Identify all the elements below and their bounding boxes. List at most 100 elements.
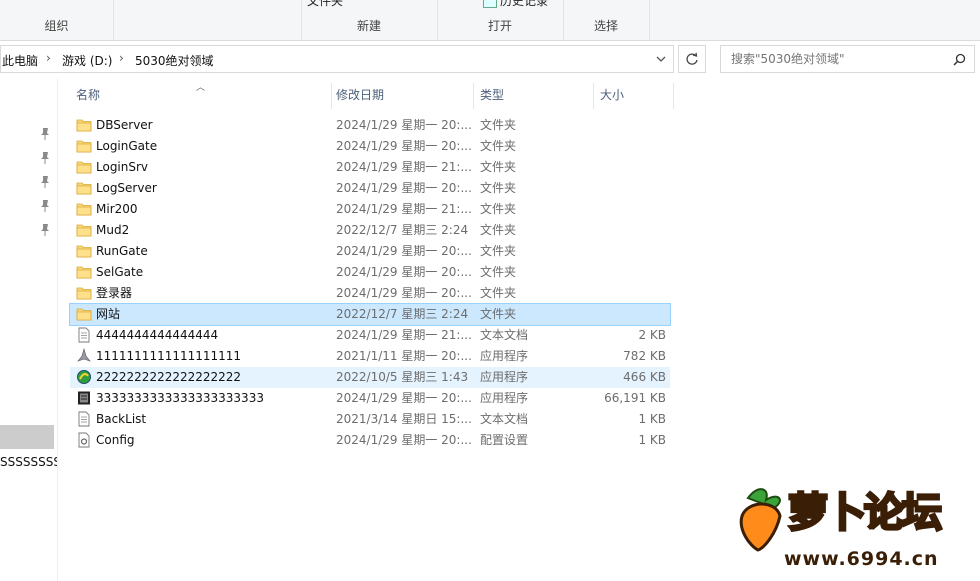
- nav-item-selected[interactable]: [0, 425, 54, 449]
- ribbon-group-label: 新建: [356, 19, 381, 33]
- sort-ascending-icon: ︿: [196, 83, 206, 93]
- search-box[interactable]: [720, 45, 975, 73]
- file-type: 文件夹: [480, 181, 517, 195]
- file-date: 2021/1/11 星期一 20:...: [336, 349, 472, 363]
- ribbon-group-label: 选择: [593, 19, 618, 33]
- file-type: 文件夹: [480, 202, 517, 216]
- breadcrumb-this-pc[interactable]: 此电脑: [2, 52, 38, 69]
- file-type: 文件夹: [480, 307, 517, 321]
- file-type: 文件夹: [480, 265, 517, 279]
- search-icon[interactable]: [953, 53, 966, 66]
- file-row[interactable]: 4444444444444444 2024/1/29 星期一 21:... 文本文档…: [70, 325, 670, 346]
- file-date: 2024/1/29 星期一 20:...: [336, 244, 472, 258]
- history-button[interactable]: 历史记录: [483, 0, 548, 9]
- pin-icon[interactable]: [40, 127, 50, 141]
- file-type: 配置设置: [480, 433, 529, 447]
- folder-icon: [76, 117, 92, 133]
- file-name: LoginSrv: [96, 160, 149, 174]
- file-date: 2024/1/29 星期一 20:...: [336, 286, 472, 300]
- app-icon: [76, 390, 92, 406]
- text-file-icon: [76, 411, 92, 427]
- folder-icon: [76, 306, 92, 322]
- file-name: SelGate: [96, 265, 144, 279]
- file-type: 文件夹: [480, 244, 517, 258]
- file-row[interactable]: 3333333333333333333333 2024/1/29 星期一 20:.…: [70, 388, 670, 409]
- ribbon-group-label: 打开: [487, 19, 512, 33]
- folder-icon: [76, 243, 92, 259]
- pin-icon[interactable]: [40, 175, 50, 189]
- file-date: 2022/12/7 星期三 2:24: [336, 307, 469, 321]
- file-name: 登录器: [96, 286, 133, 300]
- file-name: LoginGate: [96, 139, 158, 153]
- file-row[interactable]: 2222222222222222222 2022/10/5 星期三 1:43 应用程…: [70, 367, 670, 388]
- file-row[interactable]: SelGate 2024/1/29 星期一 20:... 文件夹: [70, 262, 670, 283]
- file-row[interactable]: BackList 2021/3/14 星期日 15:... 文本文档 1 KB: [70, 409, 670, 430]
- file-name: 2222222222222222222: [96, 370, 242, 384]
- file-name: 网站: [96, 307, 121, 321]
- file-row[interactable]: Config 2024/1/29 星期一 20:... 配置设置 1 KB: [70, 430, 670, 451]
- chevron-right-icon[interactable]: ›: [46, 51, 51, 65]
- chevron-right-icon[interactable]: ›: [119, 51, 124, 65]
- file-name: 1111111111111111111: [96, 349, 242, 363]
- new-folder-button[interactable]: 文件夹: [307, 0, 343, 9]
- file-type: 应用程序: [480, 349, 529, 363]
- file-date: 2022/10/5 星期三 1:43: [336, 370, 469, 384]
- refresh-button[interactable]: [678, 45, 706, 73]
- folder-icon: [76, 159, 92, 175]
- config-file-icon: [76, 432, 92, 448]
- pin-icon[interactable]: [40, 223, 50, 237]
- file-row[interactable]: 网站 2022/12/7 星期三 2:24 文件夹: [69, 303, 671, 326]
- file-type: 应用程序: [480, 391, 529, 405]
- breadcrumb-folder[interactable]: 5030绝对领域: [135, 52, 214, 69]
- column-header-type[interactable]: 类型: [474, 79, 594, 111]
- address-bar[interactable]: 此电脑 › 游戏 (D:) › 5030绝对领域: [0, 45, 674, 73]
- file-row[interactable]: LoginSrv 2024/1/29 星期一 21:... 文件夹: [70, 157, 670, 178]
- folder-icon: [76, 138, 92, 154]
- watermark-text: 萝卜论坛: [787, 489, 944, 538]
- refresh-icon: [686, 52, 698, 65]
- pin-icon[interactable]: [40, 199, 50, 213]
- ribbon-group-organize: 组织: [0, 0, 114, 40]
- file-size: 1 KB: [638, 412, 666, 426]
- column-header-size[interactable]: 大小: [594, 79, 674, 111]
- file-date: 2024/1/29 星期一 20:...: [336, 391, 472, 405]
- chevron-down-icon[interactable]: [655, 53, 667, 65]
- breadcrumb-drive[interactable]: 游戏 (D:): [62, 52, 112, 69]
- file-size: 466 KB: [623, 370, 666, 384]
- file-row[interactable]: RunGate 2024/1/29 星期一 20:... 文件夹: [70, 241, 670, 262]
- file-name: BackList: [96, 412, 147, 426]
- app-icon: [76, 347, 92, 364]
- file-date: 2024/1/29 星期一 20:...: [336, 139, 472, 153]
- file-type: 文件夹: [480, 118, 517, 132]
- folder-icon: [76, 285, 92, 301]
- file-row[interactable]: DBServer 2024/1/29 星期一 20:... 文件夹: [70, 115, 670, 136]
- file-name: LogServer: [96, 181, 157, 195]
- file-type: 文件夹: [480, 286, 517, 300]
- file-date: 2024/1/29 星期一 21:...: [336, 328, 472, 342]
- nav-item-label[interactable]: SSSSSSSSSS: [0, 455, 57, 469]
- search-input[interactable]: [729, 51, 943, 67]
- file-date: 2024/1/29 星期一 20:...: [336, 118, 472, 132]
- file-row[interactable]: LogServer 2024/1/29 星期一 20:... 文件夹: [70, 178, 670, 199]
- file-type: 应用程序: [480, 370, 529, 384]
- ribbon-group-organize-body: 组织: [113, 0, 302, 40]
- ribbon-group-select: 选择: [563, 0, 650, 40]
- folder-icon: [76, 222, 92, 238]
- file-row[interactable]: LoginGate 2024/1/29 星期一 20:... 文件夹: [70, 136, 670, 157]
- app-icon: [76, 369, 92, 385]
- ribbon-group-label: 组织: [44, 19, 69, 33]
- file-list: DBServer 2024/1/29 星期一 20:... 文件夹 LoginGate…: [69, 115, 671, 451]
- column-header-date[interactable]: 修改日期: [330, 79, 474, 111]
- address-row: 此电脑 › 游戏 (D:) › 5030绝对领域: [0, 41, 980, 79]
- file-row[interactable]: Mir200 2024/1/29 星期一 21:... 文件夹: [70, 199, 670, 220]
- file-name: Mud2: [96, 223, 130, 237]
- file-date: 2024/1/29 星期一 20:...: [336, 265, 472, 279]
- file-row[interactable]: 1111111111111111111 2021/1/11 星期一 20:... 应…: [70, 346, 670, 367]
- pin-icon[interactable]: [40, 151, 50, 165]
- file-date: 2022/12/7 星期三 2:24: [336, 223, 469, 237]
- file-name: Mir200: [96, 202, 138, 216]
- file-row[interactable]: 登录器 2024/1/29 星期一 20:... 文件夹: [70, 283, 670, 304]
- file-size: 782 KB: [623, 349, 666, 363]
- file-name: 3333333333333333333333: [96, 391, 264, 405]
- file-row[interactable]: Mud2 2022/12/7 星期三 2:24 文件夹: [70, 220, 670, 241]
